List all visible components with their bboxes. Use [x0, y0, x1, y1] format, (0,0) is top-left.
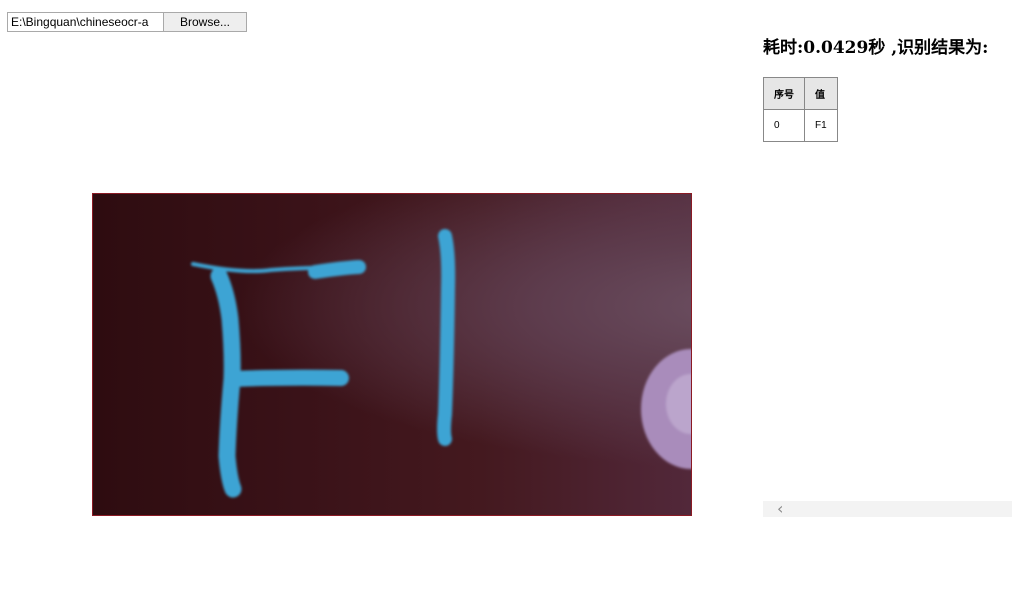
table-header-row: 序号 值 — [763, 77, 838, 110]
column-header-index: 序号 — [763, 77, 805, 110]
purple-object — [641, 349, 691, 469]
file-picker[interactable]: E:\Bingquan\chineseocr-a Browse... — [7, 12, 247, 32]
result-title: 耗时:0.0429秒 ,识别结果为: — [763, 38, 989, 58]
browse-button[interactable]: Browse... — [163, 12, 247, 32]
table-cell-index: 0 — [763, 109, 805, 142]
uploaded-image — [92, 193, 692, 516]
result-table: 序号 值 0 F1 — [763, 77, 838, 142]
column-header-value: 值 — [804, 77, 838, 110]
horizontal-scrollbar[interactable]: ‹ — [763, 501, 1012, 517]
table-cell-value: F1 — [804, 109, 838, 142]
chevron-left-icon[interactable]: ‹ — [777, 501, 783, 517]
file-path-field[interactable]: E:\Bingquan\chineseocr-a — [7, 12, 163, 32]
table-row: 0 F1 — [763, 109, 838, 142]
handwriting-strokes — [191, 229, 456, 498]
